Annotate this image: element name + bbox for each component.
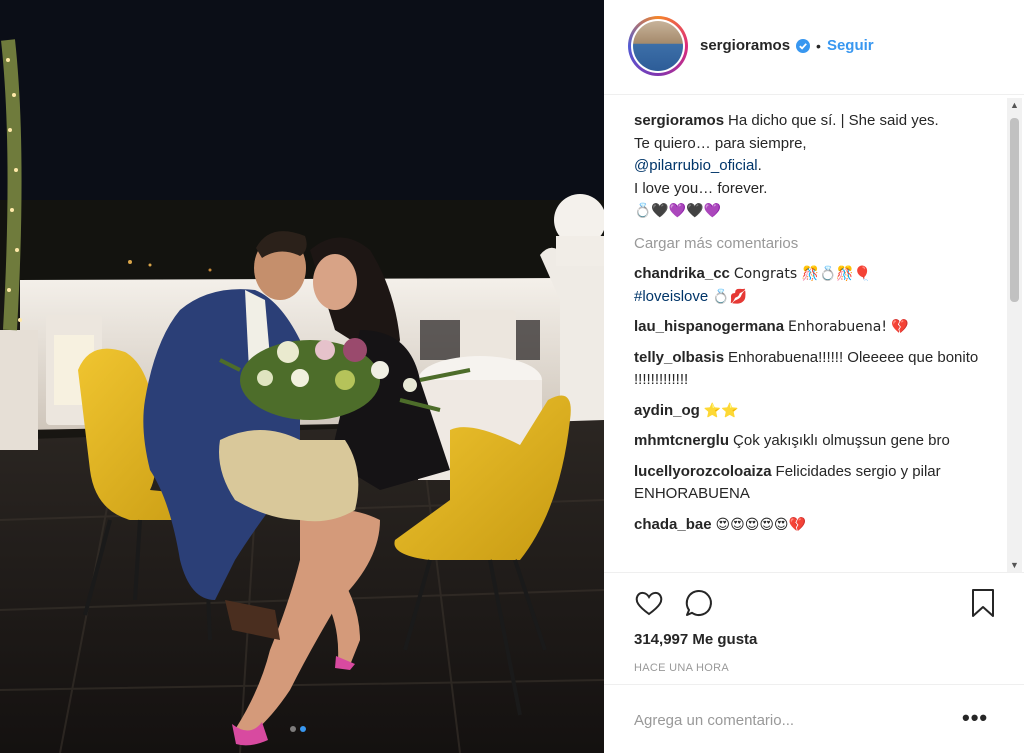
comment-item: chandrika_cc Congrats 🎊💍🎊🎈 #loveislove 💍💋 xyxy=(634,263,998,308)
caption-line-2: Te quiero… para siempre, xyxy=(634,134,807,152)
caption-period: . xyxy=(757,157,762,174)
comment-item: lau_hispanogermana Enhorabuena! 💔 xyxy=(634,316,998,339)
photo-scene xyxy=(0,0,604,753)
avatar[interactable] xyxy=(631,19,685,73)
bookmark-icon[interactable] xyxy=(967,587,999,619)
follow-button[interactable]: Seguir xyxy=(827,37,874,54)
scroll-thumb[interactable] xyxy=(1010,118,1019,302)
caption-mention[interactable]: @pilarrubio_oficial xyxy=(634,157,758,174)
comment-username[interactable]: mhmtcnerglu xyxy=(634,432,729,449)
comment-username[interactable]: lau_hispanogermana xyxy=(634,318,784,335)
post-details-panel: sergioramos • Seguir sergioramos Ha dicho… xyxy=(604,0,1024,753)
comment-text: Çok yakışıklı olmuşsun gene bro xyxy=(733,432,950,449)
comment-text: ⭐⭐ xyxy=(703,402,739,419)
comment-username[interactable]: lucellyorozcoloaiza xyxy=(634,463,772,480)
post-actions: 314,997 Me gusta HACE UNA HORA xyxy=(604,572,1024,685)
scroll-down-arrow-icon[interactable]: ▼ xyxy=(1007,558,1022,572)
header-user-row: sergioramos • Seguir xyxy=(700,37,874,54)
avatar-image xyxy=(633,21,683,71)
caption-line-1: Ha dicho que sí. | She said yes. xyxy=(728,112,939,129)
comment-username[interactable]: chada_bae xyxy=(634,516,712,533)
caption-line-4: I love you… forever. xyxy=(634,179,768,197)
comment-text: Enhorabuena! 💔 xyxy=(788,319,909,335)
likes-count[interactable]: 314,997 Me gusta xyxy=(634,631,757,648)
comment-item: chada_bae 😍😍😍😍😍💔 xyxy=(634,514,998,537)
header-separator: • xyxy=(816,37,821,54)
load-more-comments-button[interactable]: Cargar más comentarios xyxy=(634,233,998,256)
comment-text: Congrats 🎊💍🎊🎈 xyxy=(733,266,872,282)
add-comment-input[interactable] xyxy=(634,709,934,731)
comment-username[interactable]: telly_olbasis xyxy=(634,349,724,366)
caption-emojis: 💍🖤💜🖤💜 xyxy=(634,203,722,219)
caption-username[interactable]: sergioramos xyxy=(634,112,724,129)
comment-item: aydin_og ⭐⭐ xyxy=(634,400,998,423)
comments-list[interactable]: sergioramos Ha dicho que sí. | She said y… xyxy=(634,110,998,572)
comment-username[interactable]: chandrika_cc xyxy=(634,265,730,282)
comment-item: lucellyorozcoloaiza Felicidades sergio y … xyxy=(634,461,998,506)
caption: sergioramos Ha dicho que sí. | She said y… xyxy=(634,110,998,223)
more-options-button[interactable]: ••• xyxy=(962,707,988,729)
comment-suffix: 💍💋 xyxy=(712,288,748,305)
carousel-dot-active xyxy=(300,726,306,732)
carousel-indicator xyxy=(290,726,306,732)
comment-hashtag[interactable]: #loveislove xyxy=(634,288,708,305)
comment-item: mhmtcnerglu Çok yakışıklı olmuşsun gene b… xyxy=(634,430,998,453)
post-header: sergioramos • Seguir xyxy=(604,0,1024,95)
comment-bubble-icon[interactable] xyxy=(683,587,715,619)
add-comment-bar: ••• xyxy=(604,684,1024,754)
header-username[interactable]: sergioramos xyxy=(700,37,790,54)
comment-item: telly_olbasis Enhorabuena!!!!!! Oleeeee q… xyxy=(634,347,998,392)
scroll-up-arrow-icon[interactable]: ▲ xyxy=(1007,98,1022,112)
post-timestamp[interactable]: HACE UNA HORA xyxy=(634,662,729,674)
comment-username[interactable]: aydin_og xyxy=(634,402,700,419)
comment-text: 😍😍😍😍😍💔 xyxy=(715,516,806,533)
story-ring[interactable] xyxy=(628,16,688,76)
verified-badge-icon xyxy=(796,38,811,53)
heart-icon[interactable] xyxy=(633,587,665,619)
post-photo[interactable] xyxy=(0,0,604,753)
carousel-dot xyxy=(290,726,296,732)
comments-scrollbar[interactable]: ▲ ▼ xyxy=(1007,98,1022,572)
